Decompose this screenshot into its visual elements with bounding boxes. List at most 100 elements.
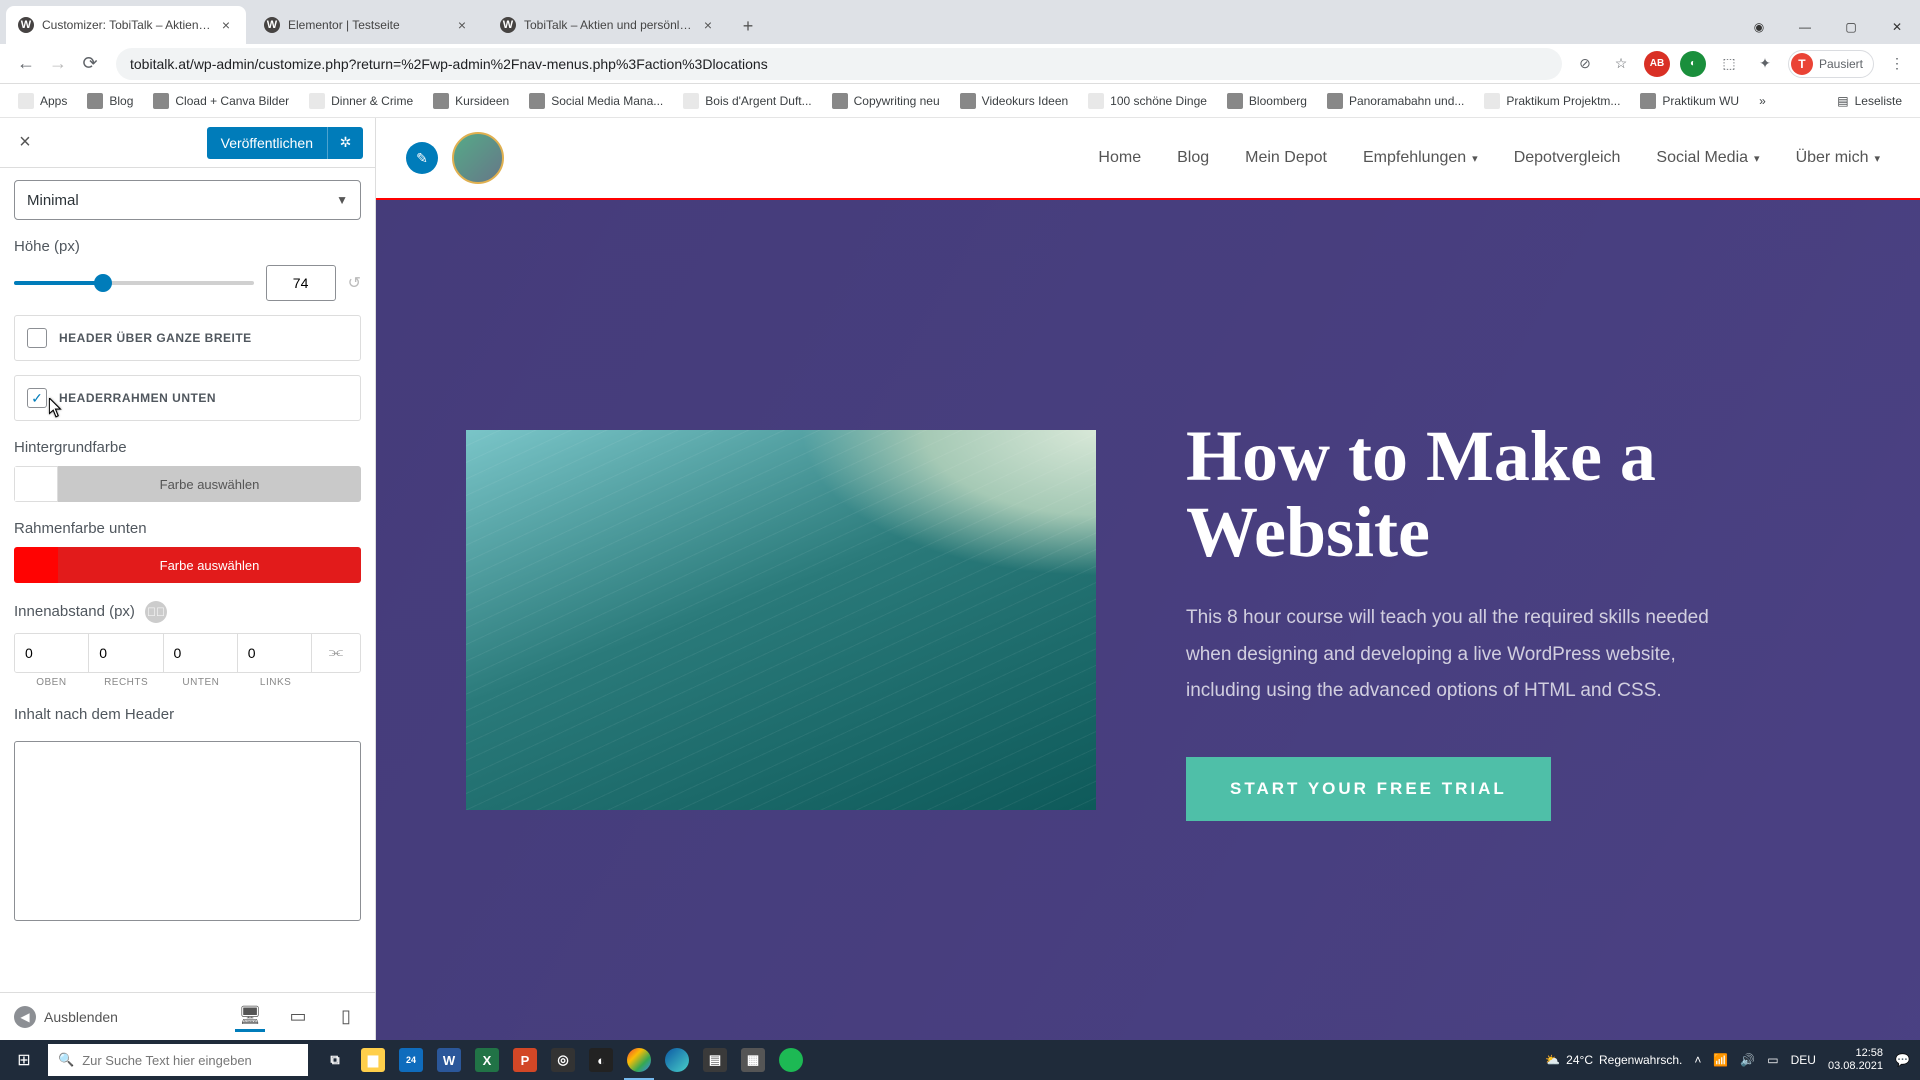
extension-adblock-icon[interactable]: AB (1644, 51, 1670, 77)
bookmark-overflow[interactable]: » (1751, 90, 1774, 112)
browser-tab[interactable]: W TobiTalk – Aktien und persönlich × (488, 6, 728, 44)
desktop-preview-icon[interactable]: 🖥 (235, 1002, 265, 1032)
bookmark-item[interactable]: Praktikum Projektm... (1476, 89, 1628, 113)
network-icon[interactable]: 📶 (1713, 1053, 1728, 1067)
afterheader-textarea[interactable] (14, 741, 361, 921)
profile-paused-pill[interactable]: T Pausiert (1788, 50, 1874, 78)
color-swatch[interactable] (14, 547, 58, 583)
edge-icon[interactable] (658, 1040, 696, 1080)
close-tab-icon[interactable]: × (454, 17, 470, 33)
battery-icon[interactable]: ▭ (1767, 1053, 1778, 1067)
tablet-preview-icon[interactable]: ▭ (283, 1002, 313, 1032)
publish-settings-button[interactable]: ✲ (327, 127, 363, 159)
bookmark-item[interactable]: Praktikum WU (1632, 89, 1747, 113)
padding-right-input[interactable] (89, 634, 162, 672)
nav-depotvergleich[interactable]: Depotvergleich (1514, 149, 1621, 167)
zoom-icon[interactable]: ⊘ (1572, 51, 1598, 77)
weather-widget[interactable]: ⛅ 24°C Regenwahrsch. (1545, 1053, 1682, 1067)
checkbox-unchecked[interactable] (27, 328, 47, 348)
apps-icon (18, 93, 34, 109)
nav-ueber[interactable]: Über mich (1796, 149, 1880, 167)
browser-tab[interactable]: W Elementor | Testseite × (252, 6, 482, 44)
bookmark-item[interactable]: Copywriting neu (824, 89, 948, 113)
close-window-button[interactable]: ✕ (1874, 10, 1920, 44)
responsive-toggle-icon[interactable]: �⃟ (145, 601, 167, 623)
preset-select[interactable]: Minimal ▼ (14, 180, 361, 220)
hide-controls-button[interactable]: ◀ Ausblenden (14, 1006, 118, 1028)
checkbox-checked[interactable] (27, 388, 47, 408)
forward-button[interactable]: → (42, 48, 74, 80)
kebab-menu-icon[interactable]: ⋮ (1884, 51, 1910, 77)
taskbar-clock[interactable]: 12:58 03.08.2021 (1828, 1047, 1883, 1073)
reset-icon[interactable]: ↺ (348, 273, 361, 293)
publish-button[interactable]: Veröffentlichen (207, 127, 327, 159)
start-button[interactable]: ⊞ (0, 1040, 48, 1080)
padding-top-input[interactable] (15, 634, 88, 672)
nav-blog[interactable]: Blog (1177, 149, 1209, 167)
site-logo[interactable] (452, 132, 504, 184)
explorer-icon[interactable]: ▆ (354, 1040, 392, 1080)
nav-empfehlungen[interactable]: Empfehlungen (1363, 149, 1478, 167)
bookmark-item[interactable]: Dinner & Crime (301, 89, 421, 113)
taskbar-search[interactable]: 🔍 Zur Suche Text hier eingeben (48, 1044, 308, 1076)
close-customizer-button[interactable]: × (12, 130, 38, 156)
mail-icon[interactable]: 24 (392, 1040, 430, 1080)
bookmark-item[interactable]: Cload + Canva Bilder (145, 89, 297, 113)
close-tab-icon[interactable]: × (700, 17, 716, 33)
account-indicator-icon[interactable]: ◉ (1736, 10, 1782, 44)
edit-shortcut-icon[interactable]: ✎ (406, 142, 438, 174)
extension-icon[interactable]: ⬚ (1716, 51, 1742, 77)
extension-icon[interactable]: ◐ (1680, 51, 1706, 77)
fullwidth-checkbox-row[interactable]: HEADER ÜBER GANZE BREITE (14, 315, 361, 361)
language-indicator[interactable]: DEU (1791, 1053, 1816, 1067)
padding-left-input[interactable] (238, 634, 311, 672)
powerpoint-icon[interactable]: P (506, 1040, 544, 1080)
mobile-preview-icon[interactable]: ▯ (331, 1002, 361, 1032)
bookmark-item[interactable]: Social Media Mana... (521, 89, 671, 113)
app-icon[interactable]: ▤ (696, 1040, 734, 1080)
bookmark-item[interactable]: Panoramabahn und... (1319, 89, 1472, 113)
bordercolor-button[interactable]: Farbe auswählen (58, 547, 361, 583)
nav-social[interactable]: Social Media (1656, 149, 1759, 167)
excel-icon[interactable]: X (468, 1040, 506, 1080)
cta-button[interactable]: START YOUR FREE TRIAL (1186, 757, 1551, 821)
height-slider[interactable] (14, 281, 254, 285)
nav-depot[interactable]: Mein Depot (1245, 149, 1327, 167)
spotify-icon[interactable] (772, 1040, 810, 1080)
reading-list-button[interactable]: ▤Leseliste (1829, 90, 1910, 112)
close-tab-icon[interactable]: × (218, 17, 234, 33)
volume-icon[interactable]: 🔊 (1740, 1053, 1755, 1067)
color-swatch[interactable] (14, 466, 58, 502)
chrome-icon[interactable] (620, 1040, 658, 1080)
app-icon[interactable]: ◎ (544, 1040, 582, 1080)
address-bar[interactable]: tobitalk.at/wp-admin/customize.php?retur… (116, 48, 1562, 80)
bookmark-item[interactable]: Kursideen (425, 89, 517, 113)
app-icon[interactable]: ▦ (734, 1040, 772, 1080)
bookmark-star-icon[interactable]: ☆ (1608, 51, 1634, 77)
bookmark-item[interactable]: Blog (79, 89, 141, 113)
word-icon[interactable]: W (430, 1040, 468, 1080)
notifications-icon[interactable]: 💬 (1895, 1053, 1910, 1067)
link-values-icon[interactable]: ⫘ (312, 634, 360, 672)
tray-chevron-icon[interactable]: ˄ (1694, 1053, 1701, 1067)
bookmark-item[interactable]: Videokurs Ideen (952, 89, 1077, 113)
bookmark-apps[interactable]: Apps (10, 89, 75, 113)
padding-bottom-input[interactable] (164, 634, 237, 672)
task-view-icon[interactable]: ⧉ (316, 1040, 354, 1080)
nav-home[interactable]: Home (1098, 149, 1141, 167)
extensions-menu-icon[interactable]: ✦ (1752, 51, 1778, 77)
browser-tab-active[interactable]: W Customizer: TobiTalk – Aktien un × (6, 6, 246, 44)
back-button[interactable]: ← (10, 48, 42, 80)
new-tab-button[interactable]: + (734, 12, 762, 40)
minimize-button[interactable]: — (1782, 10, 1828, 44)
app-icon[interactable]: ◐ (582, 1040, 620, 1080)
bookmark-item[interactable]: Bois d'Argent Duft... (675, 89, 819, 113)
reload-button[interactable]: ⟳ (74, 48, 106, 80)
bookmark-item[interactable]: Bloomberg (1219, 89, 1315, 113)
maximize-button[interactable]: ▢ (1828, 10, 1874, 44)
slider-thumb[interactable] (94, 274, 112, 292)
bookmark-item[interactable]: 100 schöne Dinge (1080, 89, 1215, 113)
bgcolor-button[interactable]: Farbe auswählen (58, 466, 361, 502)
height-input[interactable] (266, 265, 336, 301)
borderbottom-080checkbox-row[interactable]: HEADERRAHMEN UNTEN (14, 375, 361, 421)
